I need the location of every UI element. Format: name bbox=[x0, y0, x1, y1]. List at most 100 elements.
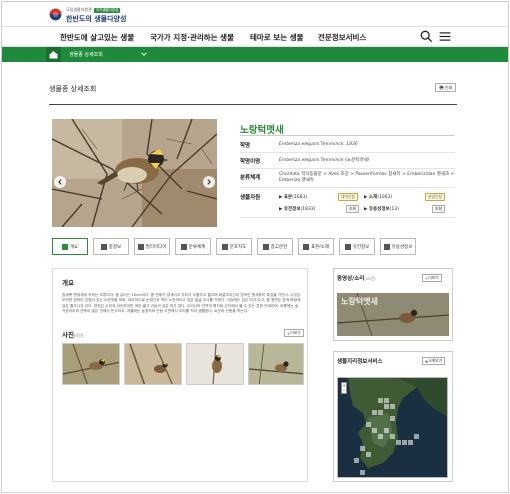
resource-label: 소재 bbox=[368, 195, 378, 200]
home-icon bbox=[49, 51, 58, 59]
material-distribution-button[interactable]: 분양신청 bbox=[425, 193, 445, 201]
site-title: 한반도의 생물다양성 bbox=[66, 15, 127, 23]
photo-thumbnail[interactable] bbox=[62, 343, 120, 385]
tab-taxonomy[interactable]: 분류체계 bbox=[175, 238, 211, 255]
bird-photo-image bbox=[52, 119, 217, 227]
info-divider bbox=[240, 168, 455, 169]
breadcrumb: 생물종 상세조회 bbox=[2, 47, 508, 62]
overview-panel: 개요 참새목 멧새과에 속하는 조류이다. 몸 길이는 16cm이다. 몸 전체… bbox=[52, 268, 308, 482]
nav-item-designated-species[interactable]: 국가가 지정·관리하는 생물 bbox=[150, 32, 234, 43]
nav-item-living-species[interactable]: 한반도에 살고있는 생물 bbox=[60, 32, 134, 43]
tab-references[interactable]: 참고문헌 bbox=[257, 238, 293, 255]
resource-count: (13) bbox=[389, 207, 399, 212]
tab-label: 유용성정보 bbox=[391, 244, 413, 250]
photos-title: 사진(4건) bbox=[62, 329, 83, 339]
nav-item-expert-service[interactable]: 전문정보서비스 bbox=[318, 32, 366, 43]
synonym-value: Emberiza elegans Temminck (노랑턱멧새) bbox=[279, 158, 370, 163]
photo-thumbnail[interactable] bbox=[248, 343, 304, 385]
overview-title: 개요 bbox=[62, 279, 74, 287]
korea-satellite-map bbox=[338, 378, 447, 477]
page-frame: 국립생물자원관 국가생물다양성 한반도의 생물다양성 한반도에 살고있는 생물 … bbox=[1, 1, 509, 493]
page-title: 생물종 상세조회 bbox=[49, 85, 97, 93]
photos-more-button[interactable]: + 더보기 bbox=[284, 329, 304, 337]
tab-genetic-info[interactable]: 유전정보 bbox=[339, 238, 375, 255]
header-badge: 국가생물다양성 bbox=[93, 7, 121, 13]
media-panel: 동영상/소리(10건) + 더보기 노랑턱멧새 bbox=[333, 268, 453, 341]
photo-prev-button[interactable] bbox=[54, 176, 66, 188]
tree-icon bbox=[180, 243, 187, 250]
nav-item-theme-species[interactable]: 테마로 보는 생물 bbox=[250, 32, 304, 43]
title-divider bbox=[49, 104, 457, 105]
photo-next-button[interactable] bbox=[203, 176, 215, 188]
chevron-left-icon bbox=[58, 179, 62, 185]
info-divider bbox=[240, 152, 455, 153]
usefulness-icon bbox=[383, 243, 390, 250]
map-icon bbox=[221, 243, 228, 250]
tab-label: 분류체계 bbox=[188, 244, 206, 250]
thumbnail-image bbox=[63, 344, 119, 384]
resource-label: 유전정보 bbox=[283, 207, 301, 212]
tab-distribution-map[interactable]: 분포지도 bbox=[216, 238, 252, 255]
tab-label: 표본/소재 bbox=[310, 244, 330, 250]
tab-label: 참고문헌 bbox=[270, 244, 288, 250]
resource-count: (1833) bbox=[300, 207, 316, 212]
tab-label: 멀티미디어 bbox=[145, 244, 167, 250]
geo-panel: 생물지리정보서비스 ⊕ 크게보기 + − bbox=[333, 351, 453, 482]
tab-multimedia[interactable]: 멀티미디어 bbox=[134, 238, 170, 255]
enlarge-label: 크게보기 bbox=[428, 358, 443, 363]
chevron-right-icon bbox=[207, 179, 211, 185]
chevron-down-icon[interactable] bbox=[141, 51, 147, 57]
more-label: 더보기 bbox=[428, 275, 439, 280]
info-icon bbox=[100, 243, 107, 250]
resource-count: (1683) bbox=[292, 195, 308, 200]
resource-specimen-link[interactable]: ▶ 표본(1683) bbox=[279, 194, 307, 200]
org-name: 국립생물자원관 bbox=[66, 7, 92, 12]
video-thumbnail[interactable]: 노랑턱멧새 bbox=[337, 293, 449, 336]
geo-enlarge-button[interactable]: ⊕ 크게보기 bbox=[422, 357, 446, 365]
taxonomy-label: 분류체계 bbox=[240, 175, 261, 181]
site-header: 국립생물자원관 국가생물다양성 한반도의 생물다양성 bbox=[2, 2, 508, 26]
media-title: 동영상/소리(10건) bbox=[337, 274, 376, 282]
more-label: 더보기 bbox=[290, 330, 301, 335]
info-divider bbox=[240, 187, 455, 188]
search-icon[interactable] bbox=[420, 30, 433, 43]
dna-icon bbox=[344, 243, 351, 250]
overview-text: 참새목 멧새과에 속하는 조류이다. 몸 길이는 16cm이다. 몸 전체가 갈… bbox=[62, 293, 301, 314]
usefulness-view-button[interactable]: 조회 bbox=[432, 205, 445, 213]
tab-usefulness-info[interactable]: 유용성정보 bbox=[380, 238, 416, 255]
tab-species-info[interactable]: 종정보 bbox=[93, 238, 129, 255]
resource-label: 표본 bbox=[283, 195, 293, 200]
thumbnail-image bbox=[125, 344, 181, 384]
scientific-name-value: Emberiza elegans Temminck, 1836 bbox=[279, 142, 358, 147]
site-logo[interactable]: 국립생물자원관 국가생물다양성 한반도의 생물다양성 bbox=[66, 7, 126, 24]
print-button[interactable]: 인쇄 bbox=[435, 83, 456, 92]
zoom-out-icon[interactable]: − bbox=[342, 388, 345, 393]
map-zoom-control[interactable]: + − bbox=[341, 382, 347, 394]
home-button[interactable] bbox=[46, 47, 61, 62]
media-more-button[interactable]: + 더보기 bbox=[422, 274, 442, 282]
book-icon bbox=[262, 243, 269, 250]
distribution-map[interactable]: + − bbox=[337, 377, 448, 478]
photos-count: (4건) bbox=[73, 333, 84, 338]
tab-label: 유전정보 bbox=[352, 244, 370, 250]
logo-emblem-icon[interactable] bbox=[49, 8, 62, 21]
resource-label: 유용성정보 bbox=[368, 207, 390, 212]
species-photo[interactable] bbox=[52, 119, 217, 227]
tab-specimen-material[interactable]: 표본/소재 bbox=[298, 238, 334, 255]
resource-usefulness-link[interactable]: ▶ 유용성정보(13) bbox=[364, 206, 399, 212]
info-divider bbox=[240, 217, 455, 218]
video-caption: 노랑턱멧새 bbox=[341, 297, 378, 306]
specimen-loan-button[interactable]: 대여신청 bbox=[338, 193, 358, 201]
tab-overview[interactable]: 개요 bbox=[52, 238, 88, 255]
resource-genetic-link[interactable]: ▶ 유전정보(1833) bbox=[279, 206, 315, 212]
hamburger-menu-icon[interactable] bbox=[439, 31, 451, 42]
photo-thumbnail[interactable] bbox=[124, 343, 182, 385]
specimen-icon bbox=[302, 243, 309, 250]
resource-material-link[interactable]: ▶ 소재(1063) bbox=[364, 194, 392, 200]
genetic-view-button[interactable]: 조회 bbox=[346, 205, 359, 213]
breadcrumb-current[interactable]: 생물종 상세조회 bbox=[69, 51, 103, 58]
species-name-divider bbox=[240, 135, 455, 136]
scientific-name-label: 학명 bbox=[240, 143, 251, 149]
photo-thumbnail[interactable] bbox=[186, 343, 244, 385]
tab-label: 개요 bbox=[69, 244, 79, 250]
